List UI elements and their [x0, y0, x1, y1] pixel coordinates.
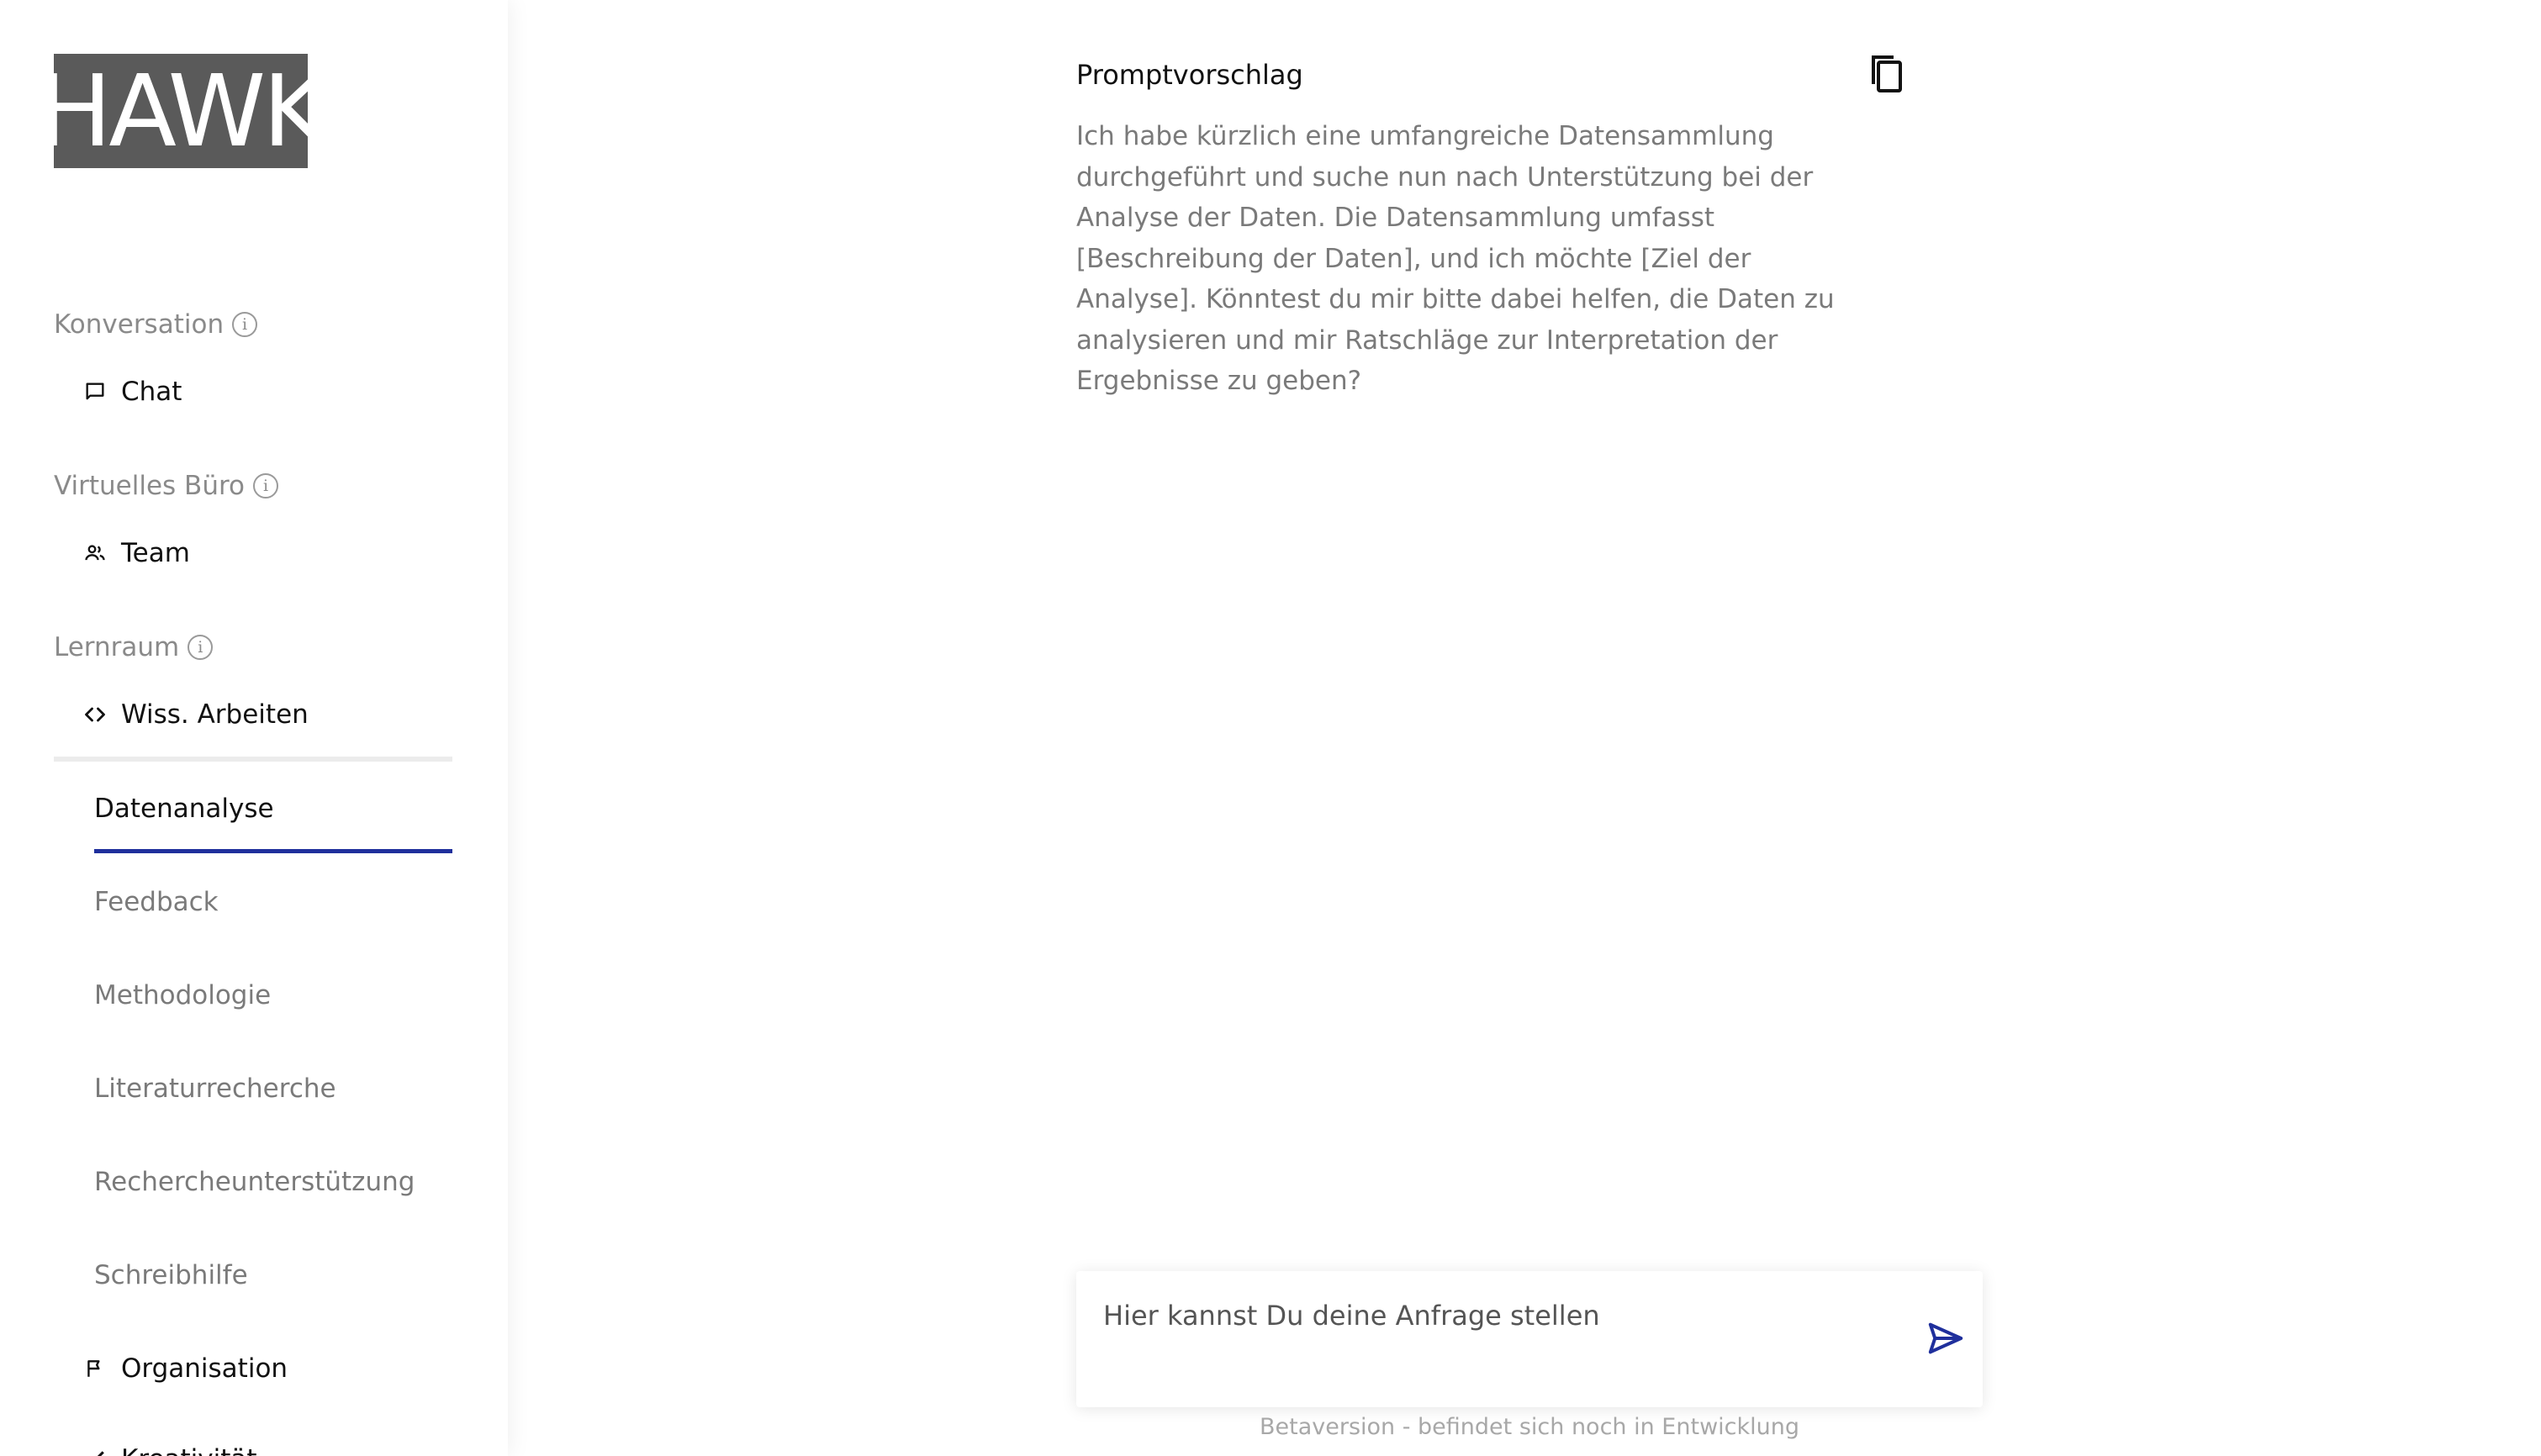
code-icon	[81, 700, 109, 729]
flag-icon	[81, 1354, 109, 1383]
section-label-lernraum: Lernraum i	[54, 632, 214, 662]
sidebar-item-label: Organisation	[121, 1353, 288, 1384]
chat-icon	[81, 377, 109, 406]
sidebar-item-chat[interactable]: Chat	[81, 377, 182, 407]
submenu-divider	[54, 757, 452, 762]
sidebar: HAWK Konversation i Chat Virtuelles Büro…	[0, 0, 508, 1456]
team-icon	[81, 539, 109, 567]
sidebar-item-label: Wiss. Arbeiten	[121, 699, 309, 730]
sidebar-subitem-schreibhilfe[interactable]: Schreibhilfe	[94, 1260, 248, 1290]
info-icon[interactable]: i	[188, 635, 214, 660]
send-icon[interactable]	[1927, 1321, 1964, 1355]
sidebar-item-wiss-arbeiten[interactable]: Wiss. Arbeiten	[81, 699, 309, 730]
sidebar-item-label: Team	[121, 538, 190, 568]
sidebar-subitem-literaturrecherche[interactable]: Literaturrecherche	[94, 1074, 336, 1104]
main-content: Promptvorschlag Ich habe kürzlich eine u…	[508, 0, 2541, 1456]
sidebar-subitem-methodologie[interactable]: Methodologie	[94, 980, 271, 1010]
sidebar-item-label: Kreativität	[121, 1444, 257, 1456]
sidebar-subitem-feedback[interactable]: Feedback	[94, 887, 219, 917]
info-icon[interactable]: i	[253, 473, 279, 499]
sidebar-item-kreativitaet[interactable]: Kreativität	[81, 1444, 257, 1456]
sidebar-subitem-rechercheunterstuetzung[interactable]: Rechercheunterstützung	[94, 1167, 415, 1197]
prompt-title: Promptvorschlag	[1076, 59, 1303, 91]
query-input-placeholder: Hier kannst Du deine Anfrage stellen	[1103, 1300, 1600, 1332]
app-root: HAWK Konversation i Chat Virtuelles Büro…	[0, 0, 2541, 1456]
beta-notice: Betaversion - befindet sich noch in Entw…	[1259, 1414, 1799, 1440]
sidebar-item-organisation[interactable]: Organisation	[81, 1353, 288, 1384]
copy-icon[interactable]	[1867, 52, 1907, 96]
section-label-virtuelles-buero: Virtuelles Büro i	[54, 471, 279, 501]
info-icon[interactable]: i	[232, 312, 258, 337]
section-label-konversation: Konversation i	[54, 309, 258, 340]
active-tab-underline	[94, 849, 452, 853]
sidebar-subitem-datenanalyse[interactable]: Datenanalyse	[94, 794, 274, 824]
hawk-logo[interactable]: HAWK	[37, 53, 327, 169]
sidebar-item-label: Chat	[121, 377, 182, 407]
sidebar-item-team[interactable]: Team	[81, 538, 190, 568]
brush-icon	[81, 1445, 109, 1456]
query-input[interactable]: Hier kannst Du deine Anfrage stellen	[1076, 1271, 1983, 1407]
prompt-suggestion-text: Ich habe kürzlich eine umfangreiche Date…	[1076, 121, 1835, 396]
logo-text: HAWK	[37, 53, 327, 169]
